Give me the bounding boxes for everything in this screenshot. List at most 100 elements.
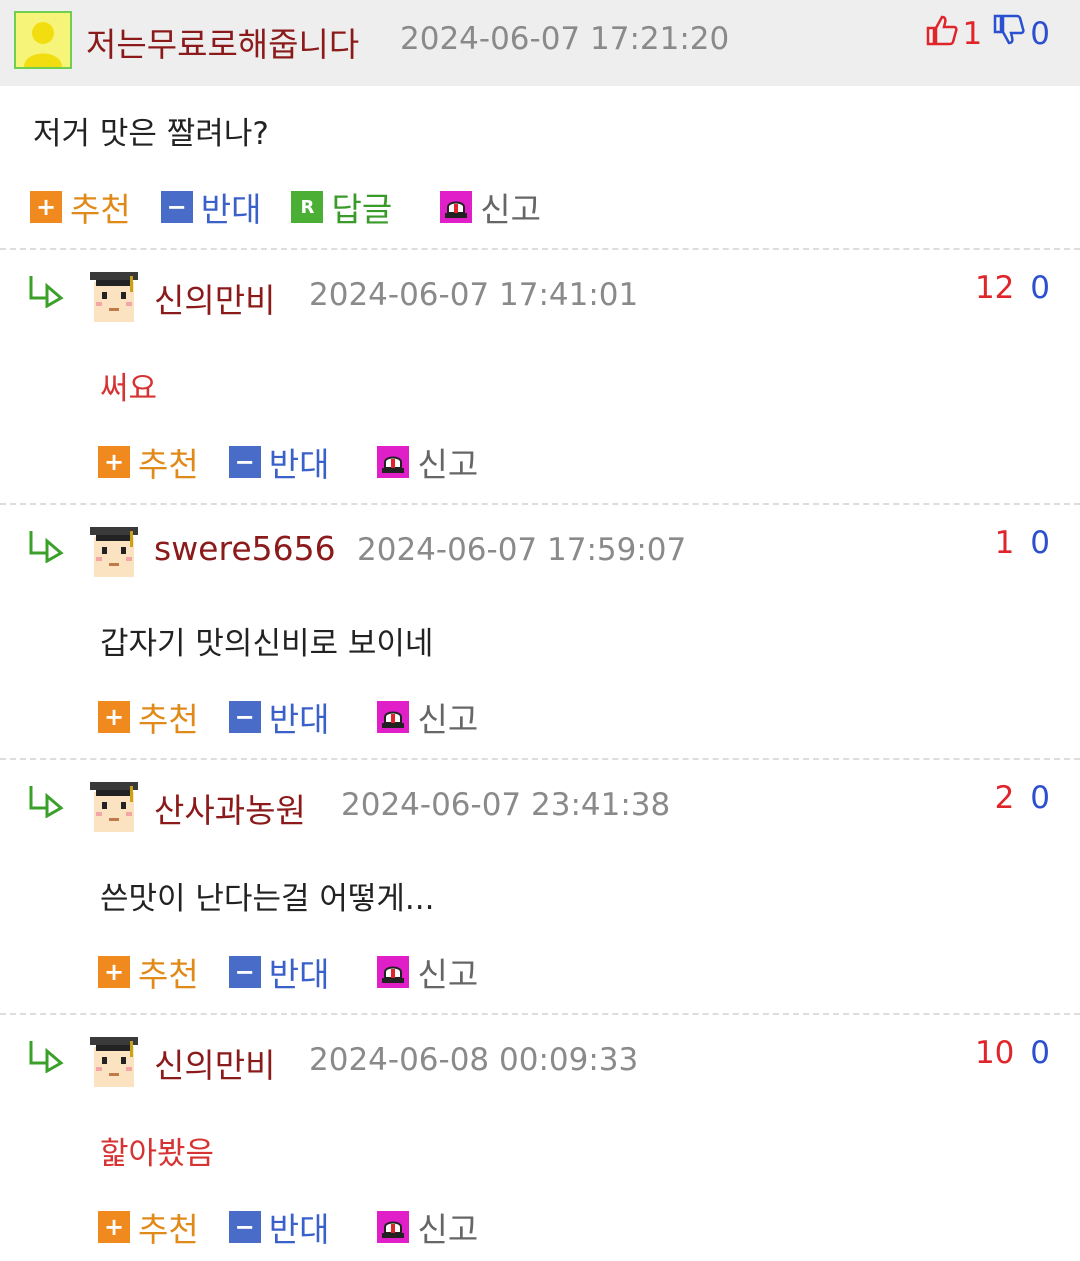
recommend-button[interactable]: + 추천 (98, 1203, 199, 1251)
reply-arrow-icon (27, 784, 67, 819)
report-button[interactable]: 신고 (377, 693, 478, 741)
reply-actions: + 추천 − 반대 신고 (98, 697, 508, 739)
reply-body: 써요 (100, 371, 158, 407)
siren-icon (440, 191, 473, 223)
report-button[interactable]: 신고 (440, 183, 541, 231)
reply-votes: 2 0 (995, 780, 1050, 816)
reply-author-name[interactable]: swere5656 (154, 529, 336, 568)
reply-votes: 12 0 (975, 270, 1050, 306)
reply-date: 2024-06-07 17:41:01 (309, 277, 639, 313)
report-label: 신고 (417, 955, 479, 994)
recommend-label: 추천 (138, 700, 199, 739)
reply-downvote-count: 0 (1030, 1035, 1050, 1071)
parent-comment-body: 저거 맛은 짤려나? (33, 116, 269, 152)
report-label: 신고 (417, 700, 479, 739)
reply-body: 쓴맛이 난다는걸 어떻게... (100, 881, 435, 917)
graduate-cap-avatar-icon[interactable] (84, 774, 144, 834)
reply-body: 갑자기 맛의신비로 보이네 (100, 626, 434, 662)
recommend-button[interactable]: + 추천 (30, 183, 131, 231)
report-label: 신고 (480, 190, 541, 229)
divider (0, 1013, 1080, 1015)
parent-upvote-count: 1 (962, 16, 983, 52)
recommend-label: 추천 (138, 955, 199, 994)
reply-author-name[interactable]: 신의만비 (154, 274, 275, 322)
reply-downvote-count: 0 (1030, 270, 1050, 306)
thumbs-up-icon[interactable] (925, 14, 959, 54)
oppose-label: 반대 (268, 445, 330, 484)
minus-icon: − (228, 446, 261, 478)
minus-icon: − (228, 956, 261, 988)
report-button[interactable]: 신고 (377, 948, 478, 996)
graduate-cap-avatar-icon[interactable] (84, 519, 144, 579)
parent-actions: + 추천 − 반대 R 답글 신고 (30, 187, 571, 229)
reply-author-name[interactable]: 신의만비 (154, 1039, 275, 1087)
report-label: 신고 (417, 1210, 479, 1249)
user-silhouette-icon[interactable] (14, 11, 72, 69)
reply-arrow-icon (27, 1039, 67, 1074)
parent-comment-date: 2024-06-07 17:21:20 (400, 21, 730, 57)
oppose-label: 반대 (268, 700, 330, 739)
divider (0, 248, 1080, 250)
minus-icon: − (228, 701, 261, 733)
reply-downvote-count: 0 (1030, 525, 1050, 561)
recommend-label: 추천 (138, 1210, 199, 1249)
reply-date: 2024-06-08 00:09:33 (309, 1042, 639, 1078)
siren-icon (377, 956, 410, 988)
reply-arrow-icon (27, 529, 67, 564)
oppose-button[interactable]: − 반대 (228, 1203, 330, 1251)
reply-label: 답글 (331, 190, 393, 229)
divider (0, 503, 1080, 505)
comment-thread: 저는무료로해줍니다 2024-06-07 17:21:20 1 0 저거 맛은 … (0, 0, 1080, 1261)
siren-icon (377, 701, 410, 733)
recommend-button[interactable]: + 추천 (98, 948, 199, 996)
report-label: 신고 (417, 445, 479, 484)
reply-upvote-count: 2 (994, 780, 1015, 816)
plus-icon: + (98, 1211, 130, 1243)
reply-votes: 1 0 (995, 525, 1050, 561)
siren-icon (377, 1211, 410, 1243)
plus-icon: + (98, 956, 130, 988)
oppose-button[interactable]: − 반대 (228, 438, 330, 486)
minus-icon: − (228, 1211, 261, 1243)
reply-upvote-count: 12 (974, 270, 1015, 306)
plus-icon: + (30, 191, 62, 223)
reply-upvote-count: 10 (974, 1035, 1015, 1071)
parent-downvote-count: 0 (1030, 16, 1050, 52)
thumbs-down-icon[interactable] (992, 14, 1026, 54)
siren-icon (377, 446, 410, 478)
oppose-label: 반대 (200, 190, 262, 229)
oppose-button[interactable]: − 반대 (228, 693, 330, 741)
report-button[interactable]: 신고 (377, 438, 478, 486)
graduate-cap-avatar-icon[interactable] (84, 1029, 144, 1089)
reply-votes: 10 0 (975, 1035, 1050, 1071)
parent-vote-box: 1 0 (925, 14, 1050, 54)
reply-date: 2024-06-07 23:41:38 (341, 787, 671, 823)
graduate-cap-avatar-icon[interactable] (84, 264, 144, 324)
reply-button[interactable]: R 답글 (291, 183, 392, 231)
parent-comment-header: 저는무료로해줍니다 2024-06-07 17:21:20 1 0 (0, 0, 1080, 86)
reply-body: 핥아봤음 (100, 1136, 215, 1172)
reply-date: 2024-06-07 17:59:07 (357, 532, 687, 568)
reply-r-icon: R (291, 191, 324, 223)
recommend-label: 추천 (70, 190, 131, 229)
recommend-button[interactable]: + 추천 (98, 438, 199, 486)
minus-icon: − (160, 191, 193, 223)
reply-downvote-count: 0 (1030, 780, 1050, 816)
reply-upvote-count: 1 (994, 525, 1015, 561)
reply-actions: + 추천 − 반대 신고 (98, 952, 508, 994)
reply-author-name[interactable]: 산사과농원 (154, 784, 306, 832)
reply-actions: + 추천 − 반대 신고 (98, 442, 508, 484)
recommend-label: 추천 (138, 445, 199, 484)
oppose-label: 반대 (268, 955, 330, 994)
oppose-button[interactable]: − 반대 (228, 948, 330, 996)
recommend-button[interactable]: + 추천 (98, 693, 199, 741)
plus-icon: + (98, 701, 130, 733)
divider (0, 758, 1080, 760)
plus-icon: + (98, 446, 130, 478)
reply-arrow-icon (27, 274, 67, 309)
parent-author-name[interactable]: 저는무료로해줍니다 (86, 18, 359, 66)
oppose-button[interactable]: − 반대 (160, 183, 262, 231)
oppose-label: 반대 (268, 1210, 330, 1249)
reply-actions: + 추천 − 반대 신고 (98, 1207, 508, 1249)
report-button[interactable]: 신고 (377, 1203, 478, 1251)
